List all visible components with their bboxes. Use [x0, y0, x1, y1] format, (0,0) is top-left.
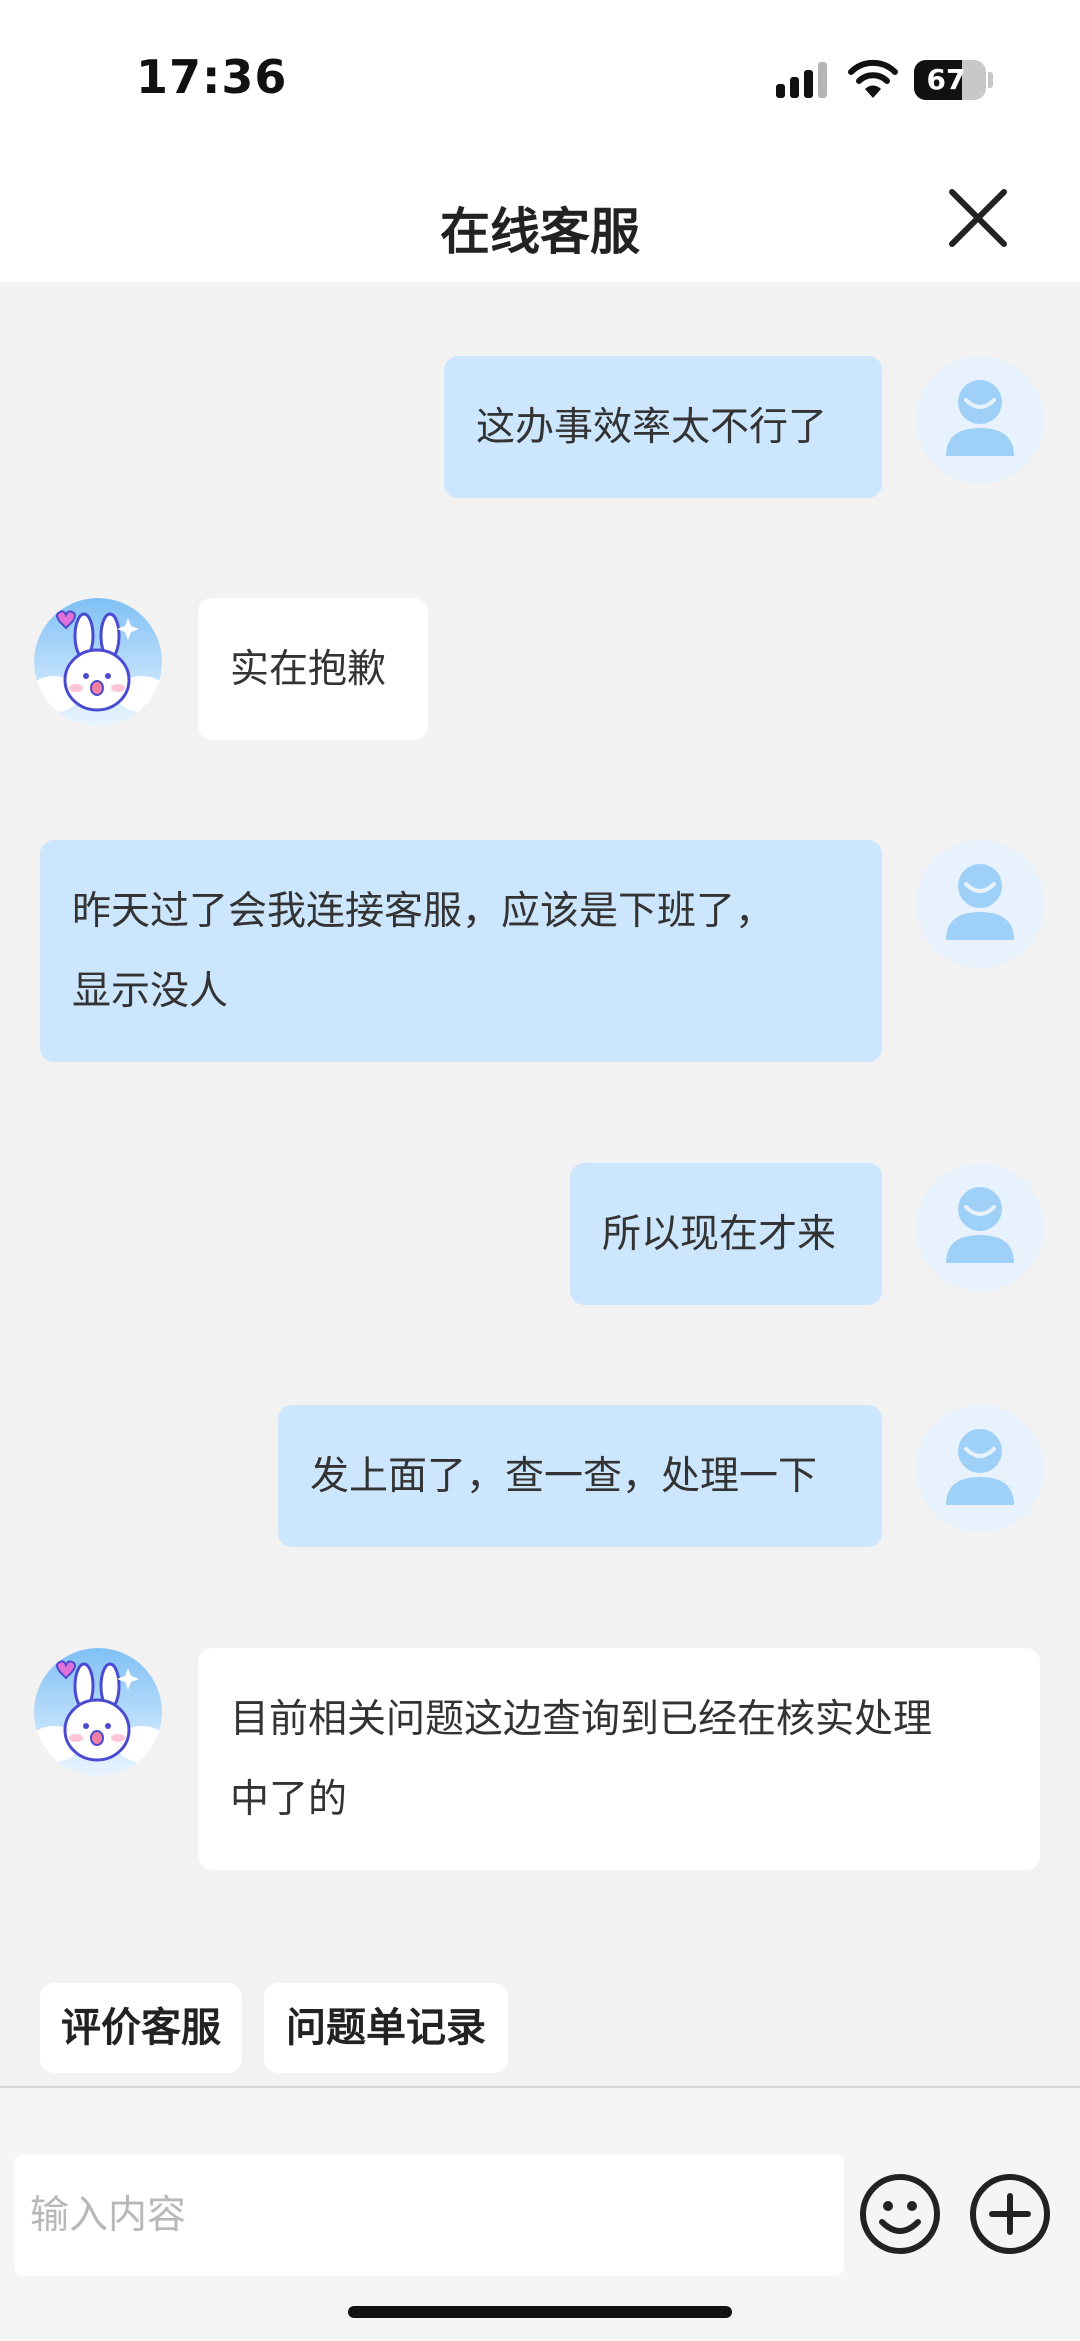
user-avatar	[916, 1163, 1044, 1291]
message-text-line: 目前相关问题这边查询到已经在核实处理	[230, 1697, 933, 1742]
battery-tip	[988, 72, 993, 88]
message-text: 发上面了，查一查，处理一下	[310, 1454, 818, 1499]
agent-message-bubble: 实在抱歉	[198, 598, 428, 740]
wifi-icon	[848, 59, 898, 98]
home-indicator[interactable]	[348, 2306, 732, 2318]
user-avatar	[916, 840, 1044, 968]
bunny-mascot-icon	[34, 598, 162, 726]
message-input[interactable]	[14, 2154, 844, 2276]
battery-percentage: 67	[926, 63, 966, 96]
status-time: 17:36	[136, 50, 288, 104]
message-text: 实在抱歉	[230, 647, 387, 692]
user-avatar-icon	[946, 380, 1014, 456]
message-text-line: 显示没人	[72, 969, 229, 1014]
agent-message-bubble: 目前相关问题这边查询到已经在核实处理 中了的	[198, 1648, 1040, 1870]
agent-avatar	[34, 1648, 162, 1776]
status-bar: 17:36 67	[0, 0, 1080, 160]
user-message-bubble: 发上面了，查一查，处理一下	[278, 1405, 882, 1547]
rate-agent-button[interactable]: 评价客服	[40, 1983, 242, 2073]
user-avatar-icon	[946, 1429, 1014, 1505]
user-message-bubble: 这办事效率太不行了	[444, 356, 882, 498]
emoji-icon[interactable]	[858, 2172, 942, 2256]
plus-icon[interactable]	[968, 2172, 1052, 2256]
battery-icon: 67	[914, 60, 986, 100]
user-message-bubble: 昨天过了会我连接客服，应该是下班了， 显示没人	[40, 840, 882, 1062]
bunny-mascot-icon	[34, 1648, 162, 1776]
close-icon[interactable]	[944, 184, 1012, 252]
message-text: 这办事效率太不行了	[476, 405, 828, 450]
chat-header: 在线客服	[0, 160, 1080, 282]
ticket-records-button[interactable]: 问题单记录	[264, 1983, 508, 2073]
agent-avatar	[34, 598, 162, 726]
user-avatar-icon	[946, 1187, 1014, 1263]
page-title: 在线客服	[440, 203, 640, 261]
message-text-line: 中了的	[230, 1777, 348, 1822]
user-avatar	[916, 1405, 1044, 1533]
user-avatar-icon	[946, 864, 1014, 940]
user-avatar	[916, 356, 1044, 484]
user-message-bubble: 所以现在才来	[570, 1163, 882, 1305]
cellular-signal-icon	[776, 62, 827, 98]
message-text-line: 昨天过了会我连接客服，应该是下班了，	[72, 889, 775, 934]
message-text: 所以现在才来	[602, 1212, 837, 1257]
